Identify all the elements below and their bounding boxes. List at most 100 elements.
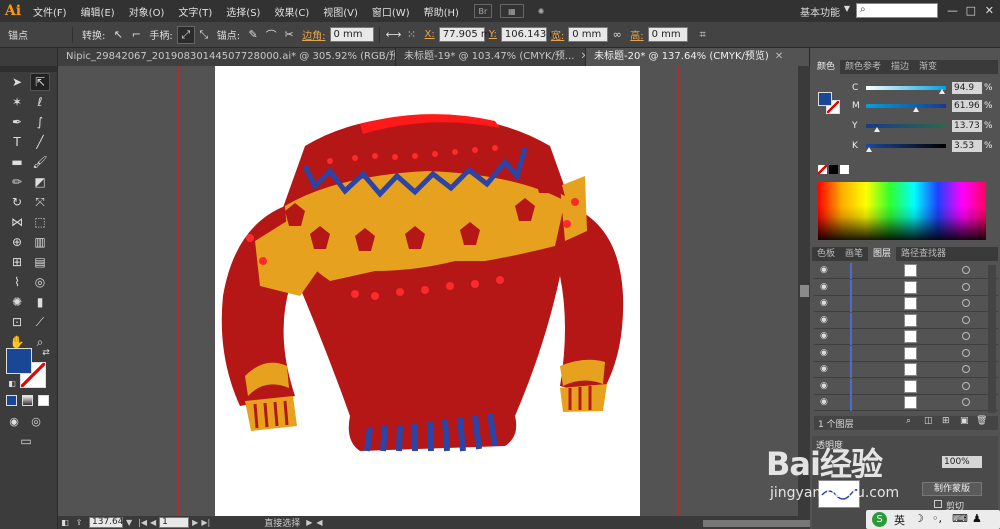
pen-tool-icon[interactable]: ✒ (7, 113, 27, 131)
slider-track[interactable] (866, 104, 946, 108)
scrollbar-thumb[interactable] (800, 285, 809, 297)
layer-row[interactable]: ◉ (814, 395, 998, 411)
trash-icon[interactable]: 🗑 (976, 416, 987, 426)
connect-anchor-icon[interactable]: ⌒ (262, 26, 280, 44)
visibility-eye-icon[interactable]: ◉ (820, 315, 828, 325)
pencil-tool-icon[interactable]: ✏ (7, 173, 27, 191)
layer-target-icon[interactable] (962, 398, 970, 406)
visibility-eye-icon[interactable]: ◉ (820, 364, 828, 374)
slider-thumb[interactable] (865, 147, 872, 152)
layer-target-icon[interactable] (962, 332, 970, 340)
visibility-eye-icon[interactable]: ◉ (820, 265, 828, 275)
black-slider[interactable]: K 3.53 % (852, 140, 998, 154)
prev-page-icon[interactable]: ◀ (150, 518, 156, 527)
tab-untitled-20[interactable]: 未标题-20* @ 137.64% (CMYK/预览) ✕ (586, 48, 810, 66)
visibility-eye-icon[interactable]: ◉ (820, 331, 828, 341)
blend-tool-icon[interactable]: ◎ (30, 273, 50, 291)
y-label[interactable]: Y: (485, 29, 501, 40)
zoom-field[interactable]: 137.64 (89, 517, 124, 528)
maximize-button[interactable]: □ (966, 4, 976, 17)
magic-wand-tool-icon[interactable]: ✶ (7, 93, 27, 111)
layer-target-icon[interactable] (962, 348, 970, 357)
draw-mode-icon[interactable]: ◉ (4, 412, 24, 430)
column-graph-tool-icon[interactable]: ▮ (30, 293, 50, 311)
bridge-button[interactable]: Br (473, 4, 492, 18)
tab-swatches[interactable]: 色板 (812, 247, 840, 261)
convert-to-corner-icon[interactable]: ↖ (109, 26, 127, 44)
height-field[interactable]: 0 mm (647, 27, 688, 42)
align-icon[interactable]: ⟷ (385, 26, 403, 44)
tab-gradient[interactable]: 渐变 (914, 60, 942, 74)
rectangle-tool-icon[interactable]: ▬ (7, 153, 27, 171)
chevron-down-icon[interactable]: ▼ (126, 518, 132, 527)
slider-thumb[interactable] (873, 127, 880, 132)
black-swatch[interactable] (829, 165, 838, 174)
visibility-eye-icon[interactable]: ◉ (820, 397, 828, 407)
layer-row[interactable]: ◉ (814, 296, 998, 312)
page-field[interactable]: 1 (159, 517, 190, 528)
status-menu-icon[interactable]: ▶ (306, 518, 312, 527)
channel-value[interactable]: 3.53 (952, 140, 982, 152)
y-field[interactable]: 106.143 m (500, 27, 559, 42)
panel-fill-swatch-front[interactable] (818, 92, 832, 106)
layer-row[interactable]: ◉ (814, 345, 998, 362)
color-spectrum[interactable] (818, 182, 986, 240)
rotate-tool-icon[interactable]: ↻ (7, 193, 27, 211)
next-page-icon[interactable]: ▶ (192, 518, 198, 527)
artboard-tool-icon[interactable]: ⊡ (7, 313, 27, 331)
magenta-slider[interactable]: M 61.96 % (852, 100, 998, 114)
scale-tool-icon[interactable]: ⤧ (30, 193, 50, 211)
tab-pathfinder[interactable]: 路径查找器 (896, 247, 951, 261)
layer-target-icon[interactable] (962, 282, 970, 291)
visibility-eye-icon[interactable]: ◉ (820, 282, 828, 292)
chevron-down-icon[interactable]: ▼ (844, 4, 850, 13)
slider-track[interactable] (866, 144, 946, 148)
show-handles-icon[interactable]: ⤢ (176, 25, 195, 44)
height-label[interactable]: 高: (626, 27, 647, 42)
eyedropper-tool-icon[interactable]: ⌇ (7, 273, 27, 291)
line-tool-icon[interactable]: ╱ (30, 133, 50, 151)
hide-handles-icon[interactable]: ⤡ (195, 26, 213, 44)
keyboard-icon[interactable]: ⌨ (952, 512, 968, 525)
visibility-eye-icon[interactable]: ◉ (820, 381, 828, 391)
help-search-input[interactable]: ⌕ (856, 3, 938, 18)
free-transform-tool-icon[interactable]: ⬚ (30, 213, 50, 231)
channel-value[interactable]: 13.73 (952, 120, 982, 132)
mesh-tool-icon[interactable]: ⊞ (7, 253, 27, 271)
export-icon[interactable]: ⇪ (72, 517, 86, 528)
layer-row[interactable]: ◉ (814, 312, 998, 329)
sweater-artwork[interactable] (215, 66, 640, 516)
layer-target-icon[interactable] (962, 315, 970, 324)
remove-anchor-icon[interactable]: ✎ (244, 26, 262, 44)
type-tool-icon[interactable]: T (7, 133, 27, 151)
close-icon[interactable]: ✕ (775, 51, 783, 62)
layer-row[interactable]: ◉ (814, 263, 998, 279)
default-colors-icon[interactable]: ◧ (2, 374, 22, 392)
cut-path-icon[interactable]: ✂ (280, 26, 298, 44)
slider-track[interactable] (866, 86, 946, 90)
menu-object[interactable]: 对象(O) (122, 4, 172, 19)
layer-target-icon[interactable] (962, 266, 970, 274)
menu-help[interactable]: 帮助(H) (417, 4, 466, 19)
width-field[interactable]: 0 mm (568, 27, 609, 42)
x-label[interactable]: X: (421, 29, 439, 40)
perspective-grid-tool-icon[interactable]: ▥ (30, 233, 50, 251)
layer-row[interactable]: ◉ (814, 329, 998, 345)
symbol-sprayer-tool-icon[interactable]: ✺ (7, 293, 27, 311)
link-icon[interactable]: ∞ (608, 26, 626, 44)
menu-select[interactable]: 选择(S) (219, 4, 267, 19)
menu-file[interactable]: 文件(F) (26, 4, 74, 19)
tab-layers[interactable]: 图层 (868, 247, 897, 261)
color-mode-icon[interactable] (6, 395, 17, 406)
screen-mode-icon[interactable]: ▭ (16, 432, 36, 450)
draw-behind-icon[interactable]: ◎ (26, 412, 46, 430)
width-tool-icon[interactable]: ⋈ (7, 213, 27, 231)
toolbox-grip[interactable] (0, 66, 58, 72)
channel-value[interactable]: 94.9 (952, 82, 982, 94)
layer-row[interactable]: ◉ (814, 378, 998, 395)
shape-builder-tool-icon[interactable]: ⊕ (7, 233, 27, 251)
tab-untitled-19[interactable]: 未标题-19* @ 103.47% (CMYK/预...✕ (396, 48, 586, 66)
horizontal-scrollbar[interactable] (323, 517, 903, 528)
slider-thumb[interactable] (938, 89, 945, 94)
lasso-tool-icon[interactable]: ℓ (30, 93, 50, 111)
